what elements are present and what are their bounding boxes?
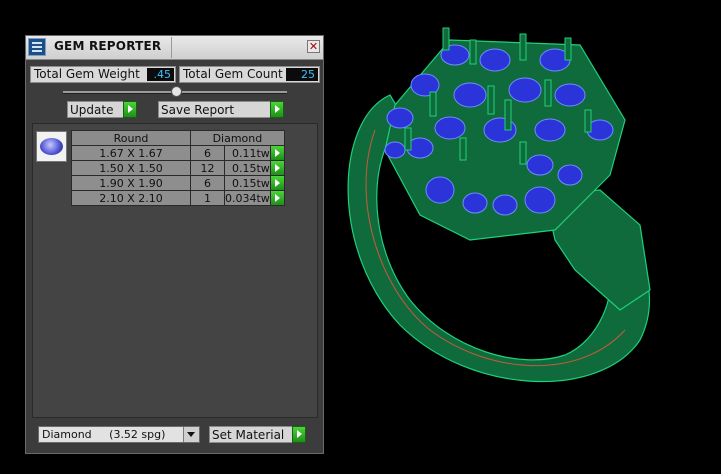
gem-count-cell: 6 [190, 145, 225, 161]
row-select-cell [269, 145, 285, 161]
play-arrow-icon[interactable] [270, 176, 284, 190]
title-divider [171, 37, 172, 58]
total-gem-weight-value: .45 [147, 68, 174, 81]
gem-table: Round Diamond 1.67 X 1.67 6 0.11tw 1.50 … [71, 130, 285, 206]
title-bar[interactable]: GEM REPORTER ✕ [26, 36, 323, 60]
set-material-button[interactable]: Set Material [209, 426, 306, 443]
table-row[interactable]: 2.10 X 2.10 1 0.034tw [71, 190, 285, 206]
play-arrow-icon[interactable] [270, 191, 284, 205]
row-select-cell [269, 160, 285, 176]
material-select-value: Diamond (3.52 spg) [42, 428, 166, 441]
gem-size-cell: 1.67 X 1.67 [71, 145, 191, 161]
gem-weight-cell: 0.15tw [224, 175, 271, 191]
gem-size-cell: 1.90 X 1.90 [71, 175, 191, 191]
gem-weight-cell: 0.034tw [224, 190, 271, 206]
round-gem-icon [40, 138, 63, 155]
gem-size-cell: 2.10 X 2.10 [71, 190, 191, 206]
gem-reporter-app-icon [28, 38, 46, 56]
set-material-button-label: Set Material [212, 428, 285, 442]
gem-reporter-panel: GEM REPORTER ✕ Total Gem Weight .45 Tota… [25, 35, 324, 454]
update-button[interactable]: Update [67, 101, 137, 118]
gem-thumbnail[interactable] [36, 131, 67, 162]
gem-size-cell: 1.50 X 1.50 [71, 160, 191, 176]
gem-weight-cell: 0.11tw [224, 145, 271, 161]
table-row[interactable]: 1.50 X 1.50 12 0.15tw [71, 160, 285, 176]
shape-column-header: Round [71, 130, 191, 146]
play-arrow-icon [292, 426, 306, 443]
table-row[interactable]: 1.90 X 1.90 6 0.15tw [71, 175, 285, 191]
play-arrow-icon [270, 101, 284, 118]
total-gem-weight-field: Total Gem Weight .45 [30, 66, 176, 83]
total-gem-weight-label: Total Gem Weight [34, 67, 140, 81]
material-select[interactable]: Diamond (3.52 spg) [38, 426, 200, 443]
play-arrow-icon[interactable] [270, 161, 284, 175]
play-arrow-icon[interactable] [270, 146, 284, 160]
total-gem-count-label: Total Gem Count [183, 67, 283, 81]
table-header-row: Round Diamond [71, 130, 285, 146]
chevron-down-icon[interactable] [183, 427, 199, 442]
gem-list-area: Round Diamond 1.67 X 1.67 6 0.11tw 1.50 … [32, 123, 318, 418]
save-report-button-label: Save Report [161, 103, 235, 117]
table-row[interactable]: 1.67 X 1.67 6 0.11tw [71, 145, 285, 161]
play-arrow-icon [123, 101, 137, 118]
save-report-button[interactable]: Save Report [158, 101, 284, 118]
row-select-cell [269, 175, 285, 191]
total-gem-count-value: 25 [286, 68, 318, 81]
slider-handle[interactable] [171, 86, 182, 97]
gem-count-cell: 6 [190, 175, 225, 191]
row-select-cell [269, 190, 285, 206]
material-column-header: Diamond [190, 130, 285, 146]
window-title: GEM REPORTER [54, 39, 162, 53]
update-button-label: Update [70, 103, 114, 117]
total-gem-count-field: Total Gem Count 25 [179, 66, 320, 83]
gem-count-cell: 1 [190, 190, 225, 206]
close-icon[interactable]: ✕ [307, 40, 320, 53]
gem-count-cell: 12 [190, 160, 225, 176]
gem-weight-cell: 0.15tw [224, 160, 271, 176]
